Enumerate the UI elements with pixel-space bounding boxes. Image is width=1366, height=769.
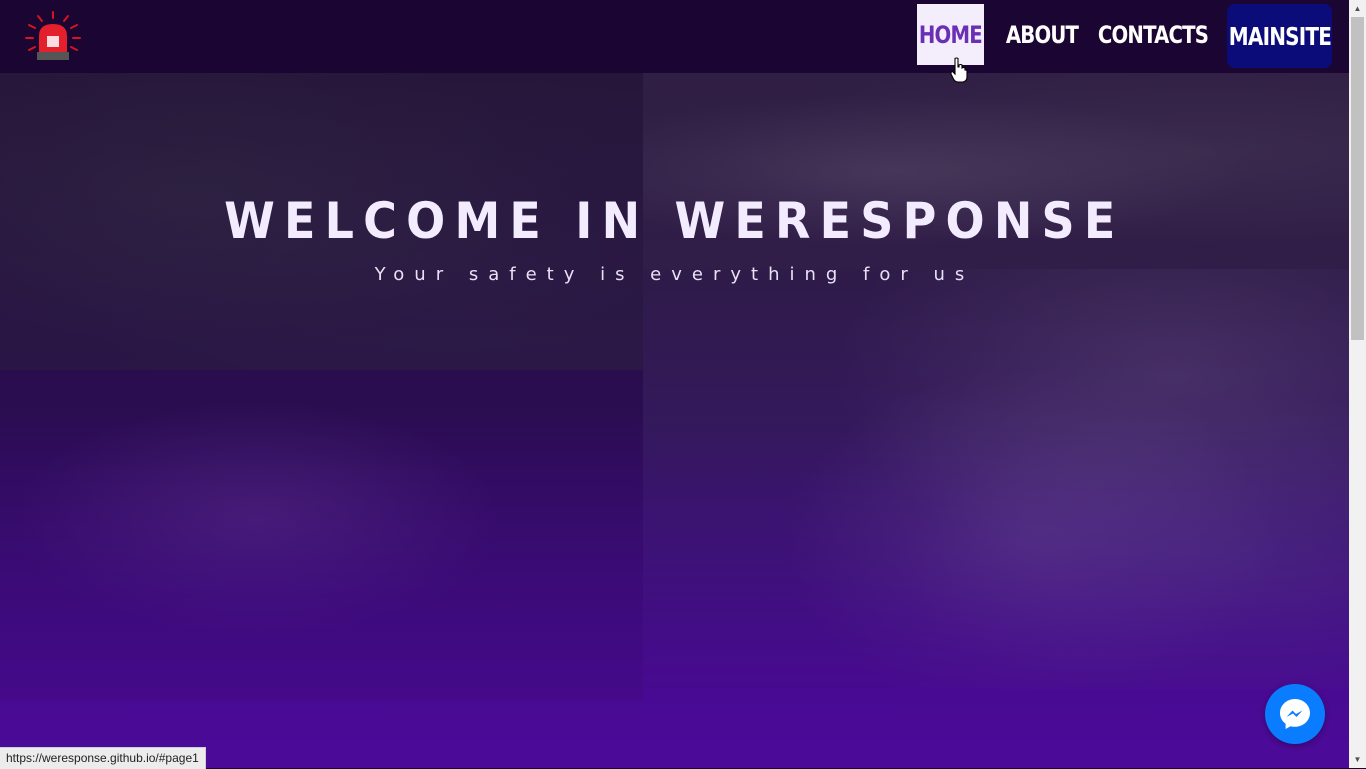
hero-title: WELCOME IN WERESPONSE — [224, 192, 1125, 250]
navbar: HOME ABOUT CONTACTS MAINSITE — [0, 0, 1349, 73]
hand-cursor-icon — [950, 57, 968, 83]
page: HOME ABOUT CONTACTS MAINSITE WELCOME IN … — [0, 0, 1349, 768]
vertical-scrollbar[interactable]: ▲ ▼ — [1349, 0, 1366, 768]
nav-about-link[interactable]: ABOUT — [1006, 4, 1079, 65]
purple-overlay — [0, 73, 1349, 768]
scroll-down-arrow-icon[interactable]: ▼ — [1349, 751, 1366, 768]
siren-icon[interactable] — [24, 10, 82, 64]
scrollbar-thumb[interactable] — [1351, 17, 1364, 340]
nav-contacts-label: CONTACTS — [1097, 20, 1209, 49]
mainsite-label: MAINSITE — [1228, 21, 1331, 51]
scroll-up-arrow-icon[interactable]: ▲ — [1349, 0, 1366, 17]
messenger-chat-button[interactable] — [1265, 684, 1325, 744]
nav-about-label: ABOUT — [1005, 20, 1079, 49]
hero-subtitle: Your safety is everything for us — [374, 264, 975, 285]
nav-home-label: HOME — [919, 20, 983, 49]
messenger-icon — [1280, 699, 1310, 729]
mainsite-button[interactable]: MAINSITE — [1227, 4, 1332, 68]
nav-home-link[interactable]: HOME — [917, 4, 984, 65]
status-bar-url: https://weresponse.github.io/#page1 — [0, 747, 206, 769]
nav-contacts-link[interactable]: CONTACTS — [1098, 4, 1209, 65]
